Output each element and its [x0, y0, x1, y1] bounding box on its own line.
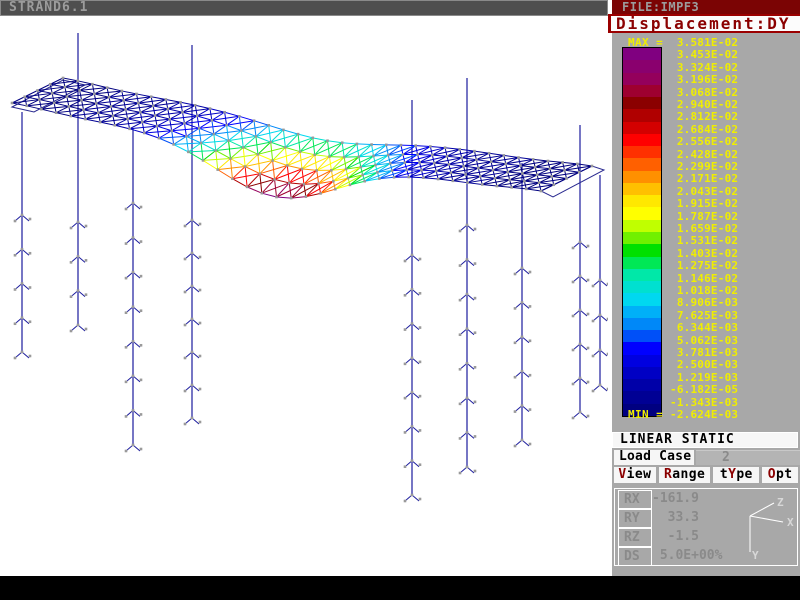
legend-band: [623, 220, 661, 232]
legend-band: [623, 122, 661, 134]
legend-value: 2.299E-02: [670, 160, 738, 173]
legend-band: [623, 306, 661, 318]
pile-columns: [14, 33, 608, 502]
legend-value: 1.787E-02: [670, 210, 738, 223]
view-param-label: DS: [618, 547, 652, 566]
legend-value: 3.581E-02: [670, 36, 738, 49]
legend-min-label: MIN =: [628, 408, 663, 421]
legend-band: [623, 269, 661, 281]
legend-band: [623, 85, 661, 97]
legend-value: 1.146E-02: [670, 272, 738, 285]
strand6-screen: STRAND6.1 FILE:IMPF3 Displacement:DY MAX…: [0, 0, 800, 600]
legend-value: 2.428E-02: [670, 148, 738, 161]
legend-value: 2.812E-02: [670, 110, 738, 123]
legend-band: [623, 232, 661, 244]
file-bar: FILE:IMPF3: [612, 0, 800, 14]
legend-band: [623, 391, 661, 403]
legend-band: [623, 158, 661, 170]
fe-model-plot[interactable]: [0, 16, 608, 576]
view-param-label: RX: [618, 490, 652, 509]
legend-value: 1.531E-02: [670, 234, 738, 247]
menu-button-row: ViewRangetYpeOpt: [614, 467, 798, 483]
legend-value: 2.043E-02: [670, 185, 738, 198]
legend-band: [623, 146, 661, 158]
legend-value: 5.062E-03: [670, 334, 738, 347]
legend-value: -1.343E-03: [670, 396, 738, 409]
legend-value: 8.906E-03: [670, 296, 738, 309]
file-name-label: FILE:IMPF3: [622, 0, 699, 14]
deck-mesh: [12, 78, 592, 198]
legend-band: [623, 342, 661, 354]
legend-value: 3.324E-02: [670, 61, 738, 74]
legend-value: -2.624E-03: [670, 408, 738, 421]
axis-x-line: [750, 516, 783, 522]
menu-button-range[interactable]: Range: [659, 467, 711, 483]
legend-band: [623, 330, 661, 342]
legend-band: [623, 318, 661, 330]
legend-value: 2.940E-02: [670, 98, 738, 111]
legend-band: [623, 355, 661, 367]
legend-value: 6.344E-03: [670, 321, 738, 334]
legend-band: [623, 195, 661, 207]
bottom-bar: [0, 576, 800, 600]
legend-value: 3.068E-02: [670, 86, 738, 99]
legend-band: [623, 171, 661, 183]
legend-value: 2.500E-03: [670, 358, 738, 371]
legend-value: 1.403E-02: [670, 247, 738, 260]
view-param-label: RZ: [618, 528, 652, 547]
title-bar: STRAND6.1: [0, 0, 608, 16]
app-title: STRAND6.1: [9, 0, 88, 15]
legend-value: 7.625E-03: [670, 309, 738, 322]
legend-band: [623, 367, 661, 379]
legend-band: [623, 379, 661, 391]
legend-value: 1.659E-02: [670, 222, 738, 235]
legend-value: 1.219E-03: [670, 371, 738, 384]
model-viewport-area[interactable]: STRAND6.1: [0, 0, 608, 576]
view-parameters-box: RX-161.9RY 33.3RZ -1.5DS 5.0E+00% Z X Y: [614, 488, 798, 566]
legend-band: [623, 60, 661, 72]
legend-band: [623, 48, 661, 60]
axis-y-label: Y: [752, 549, 759, 562]
menu-button-type[interactable]: tYpe: [713, 467, 759, 483]
legend-value: 2.171E-02: [670, 172, 738, 185]
legend-band: [623, 73, 661, 85]
view-param-label: RY: [618, 509, 652, 528]
legend-value: 3.781E-03: [670, 346, 738, 359]
legend-colorbar: [622, 47, 662, 417]
legend-value: 2.684E-02: [670, 123, 738, 136]
menu-button-opt[interactable]: Opt: [762, 467, 798, 483]
right-panel: FILE:IMPF3 Displacement:DY MAX = 3.581E-…: [612, 0, 800, 576]
legend-band: [623, 134, 661, 146]
legend-value: 1.018E-02: [670, 284, 738, 297]
axis-x-label: X: [787, 516, 794, 529]
legend-value: 1.275E-02: [670, 259, 738, 272]
axis-z-label: Z: [777, 496, 784, 509]
legend-band: [623, 281, 661, 293]
legend-band: [623, 293, 661, 305]
legend-value: 3.196E-02: [670, 73, 738, 86]
legend-band: [623, 97, 661, 109]
legend-band: [623, 183, 661, 195]
legend-value: 3.453E-02: [670, 48, 738, 61]
load-case-value-field[interactable]: 2: [696, 450, 800, 465]
axis-z-line: [750, 503, 774, 516]
legend-band: [623, 244, 661, 256]
solver-type-label: LINEAR STATIC: [612, 432, 798, 448]
legend-value: -6.182E-05: [670, 383, 738, 396]
load-case-button[interactable]: Load Case: [614, 450, 694, 465]
legend-band: [623, 109, 661, 121]
legend-value: 1.915E-02: [670, 197, 738, 210]
result-type-header: Displacement:DY: [608, 14, 800, 33]
axis-triad: Z X Y: [723, 491, 797, 563]
menu-button-view[interactable]: View: [614, 467, 656, 483]
legend-band: [623, 257, 661, 269]
legend-band: [623, 207, 661, 219]
legend-value: 2.556E-02: [670, 135, 738, 148]
